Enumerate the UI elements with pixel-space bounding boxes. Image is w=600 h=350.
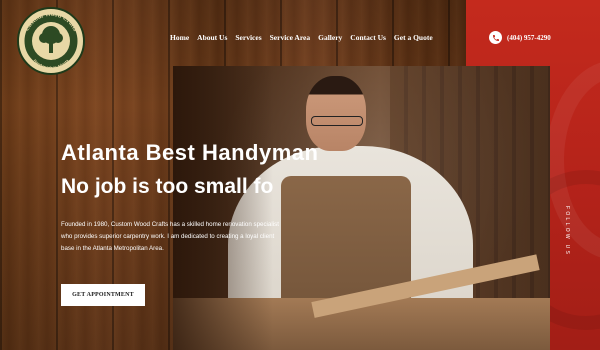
nav-get-a-quote[interactable]: Get a Quote bbox=[394, 33, 433, 42]
hero-description: Founded in 1980, Custom Wood Crafts has … bbox=[61, 221, 279, 252]
phone-icon bbox=[489, 31, 502, 44]
phone-number: (404) 957-4290 bbox=[507, 33, 551, 42]
nav-service-area[interactable]: Service Area bbox=[270, 33, 310, 42]
main-nav: Home About Us Services Service Area Gall… bbox=[170, 33, 441, 42]
hero-title: Atlanta Best Handyman bbox=[61, 140, 319, 165]
logo-badge-icon: Custom Wood Crafts Handymade in Atlanta bbox=[17, 7, 85, 75]
nav-contact-us[interactable]: Contact Us bbox=[350, 33, 386, 42]
nav-services[interactable]: Services bbox=[235, 33, 261, 42]
get-appointment-button[interactable]: GET APPOINTMENT bbox=[61, 284, 145, 306]
hero-subtitle: No job is too small fo bbox=[61, 175, 274, 198]
nav-about-us[interactable]: About Us bbox=[197, 33, 227, 42]
nav-gallery[interactable]: Gallery bbox=[318, 33, 342, 42]
phone-contact[interactable]: (404) 957-4290 bbox=[489, 31, 551, 44]
site-logo[interactable]: Custom Wood Crafts Handymade in Atlanta bbox=[12, 6, 90, 76]
hero-photo-carpenter bbox=[173, 66, 550, 350]
nav-home[interactable]: Home bbox=[170, 33, 189, 42]
follow-us-vertical-text: FOLLOW US bbox=[564, 206, 570, 257]
